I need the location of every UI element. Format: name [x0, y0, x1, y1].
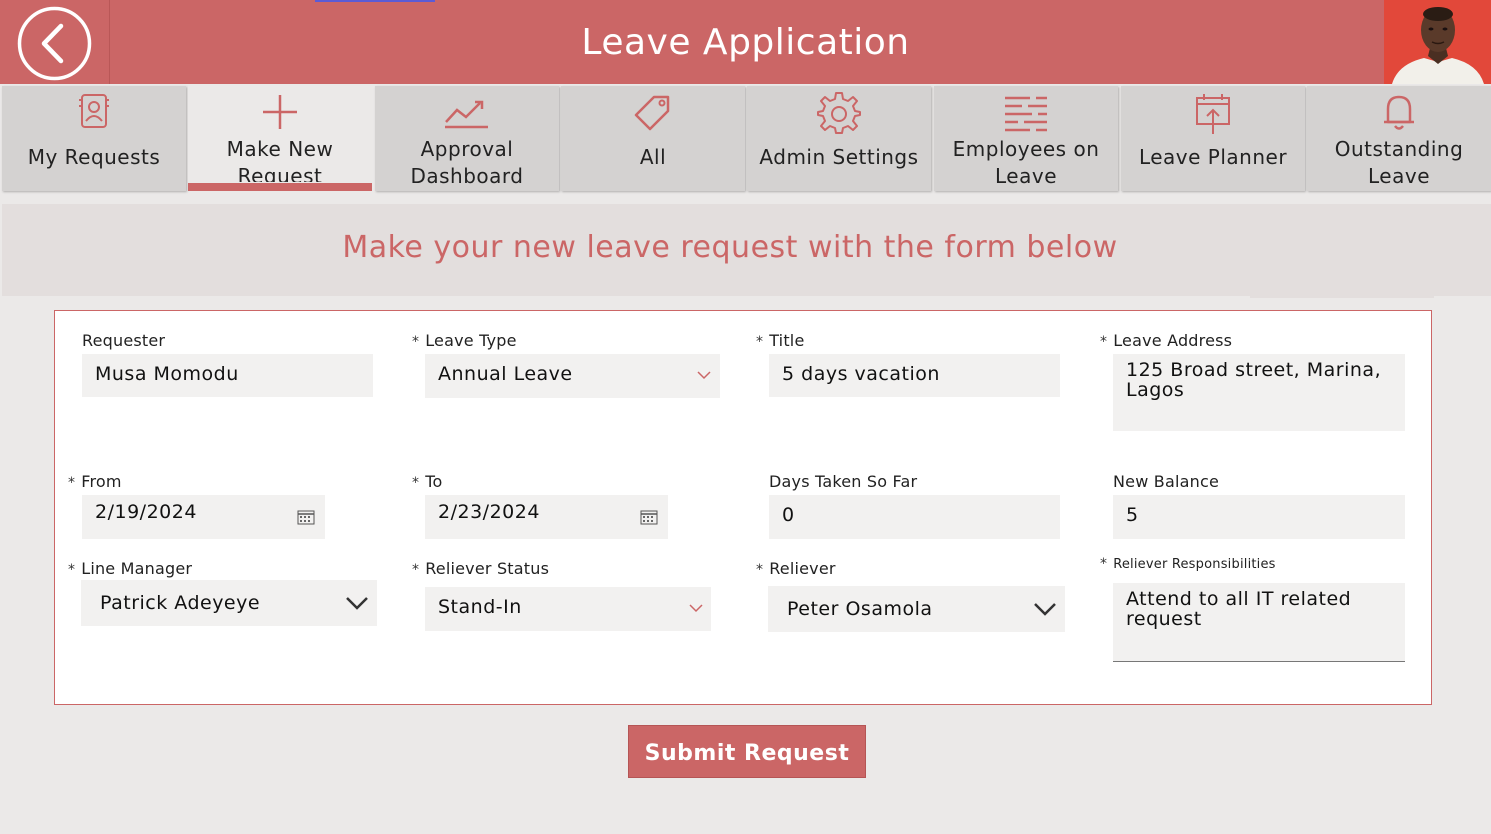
new-balance-field[interactable]: 5	[1113, 495, 1405, 539]
from-date-value: 2/19/2024	[95, 501, 197, 523]
requester-label: Requester	[82, 331, 166, 350]
calendar-icon[interactable]	[297, 509, 315, 525]
tab-label: All	[639, 145, 667, 169]
nav-tabs: My Requests Make New Request Approval Da…	[0, 84, 1491, 192]
page-title: Leave Application	[581, 22, 910, 63]
tab-label: Leave Planner	[1138, 145, 1288, 169]
tab-outstanding-leave[interactable]: Outstanding Leave	[1307, 86, 1491, 191]
line-manager-label: * Line Manager	[68, 559, 193, 578]
bell-icon	[1307, 92, 1491, 132]
contact-card-icon	[2, 92, 186, 132]
days-taken-field[interactable]: 0	[769, 495, 1060, 539]
tab-label: My Requests	[27, 145, 161, 169]
plus-icon	[188, 92, 372, 132]
tag-icon	[561, 92, 745, 132]
banner-text: Make your new leave request with the for…	[342, 230, 1118, 265]
tab-make-new-request[interactable]: Make New Request	[188, 86, 372, 191]
tab-label: Approval Dashboard	[410, 137, 524, 188]
app-header: Leave Application	[0, 0, 1491, 84]
banner-edge	[1250, 294, 1434, 298]
reliever-status-value: Stand-In	[438, 596, 522, 618]
to-label: * To	[412, 472, 443, 491]
tab-employees-on-leave[interactable]: Employees on Leave	[934, 86, 1118, 191]
tab-label: Outstanding Leave	[1334, 137, 1464, 188]
reliever-status-dropdown[interactable]: Stand-In	[425, 587, 711, 631]
days-taken-label: Days Taken So Far	[769, 472, 918, 491]
to-date-picker[interactable]: 2/23/2024	[425, 495, 668, 539]
gear-icon	[747, 92, 931, 134]
to-date-value: 2/23/2024	[438, 501, 540, 523]
title-field[interactable]: 5 days vacation	[769, 354, 1060, 397]
reliever-combobox[interactable]: Peter Osamola	[768, 586, 1065, 632]
reliever-responsibilities-value: Attend to all IT related request	[1126, 588, 1352, 630]
new-balance-label: New Balance	[1113, 472, 1219, 491]
user-photo-icon	[1384, 0, 1491, 84]
requester-field[interactable]: Musa Momodu	[82, 354, 373, 397]
leave-type-dropdown[interactable]: Annual Leave	[425, 354, 720, 398]
instruction-banner: Make your new leave request with the for…	[2, 204, 1491, 296]
leave-address-field[interactable]: 125 Broad street, Marina, Lagos	[1113, 354, 1405, 431]
chevron-down-icon	[697, 371, 711, 380]
from-label: * From	[68, 472, 122, 491]
tab-approval-dashboard[interactable]: Approval Dashboard	[375, 86, 559, 191]
trend-line-icon	[375, 92, 559, 132]
tab-leave-planner[interactable]: Leave Planner	[1121, 86, 1305, 191]
tab-all[interactable]: All	[561, 86, 745, 191]
chevron-down-icon	[1034, 603, 1056, 616]
leave-request-form: Requester Musa Momodu * Leave Type Annual…	[54, 310, 1432, 705]
reliever-label: * Reliever	[756, 559, 836, 578]
reliever-responsibilities-label: * Reliever Responsibilities	[1100, 556, 1276, 572]
leave-address-label: * Leave Address	[1100, 331, 1233, 350]
tab-label: Admin Settings	[759, 145, 919, 169]
leave-type-value: Annual Leave	[438, 363, 573, 385]
tab-label: Make New Request	[226, 137, 334, 182]
tab-admin-settings[interactable]: Admin Settings	[747, 86, 931, 191]
active-tab-indicator	[188, 183, 372, 191]
avatar	[1384, 0, 1491, 84]
line-manager-value: Patrick Adeyeye	[100, 592, 261, 614]
reliever-status-label: * Reliever Status	[412, 559, 550, 578]
calendar-icon[interactable]	[640, 509, 658, 525]
chevron-down-icon	[689, 604, 703, 613]
focus-indicator	[315, 0, 435, 2]
tab-label: Employees on Leave	[952, 137, 1100, 188]
reliever-responsibilities-field[interactable]: Attend to all IT related request	[1113, 583, 1405, 662]
leave-type-label: * Leave Type	[412, 331, 517, 350]
from-date-picker[interactable]: 2/19/2024	[82, 495, 325, 539]
field-underline	[1113, 661, 1405, 662]
line-manager-combobox[interactable]: Patrick Adeyeye	[81, 580, 377, 626]
submit-request-button[interactable]: Submit Request	[628, 725, 866, 778]
reliever-value: Peter Osamola	[787, 598, 933, 620]
calendar-upload-icon	[1121, 92, 1305, 134]
tab-my-requests[interactable]: My Requests	[2, 86, 186, 191]
chevron-down-icon	[346, 597, 368, 610]
title-label: * Title	[756, 331, 805, 350]
list-icon	[934, 92, 1118, 132]
